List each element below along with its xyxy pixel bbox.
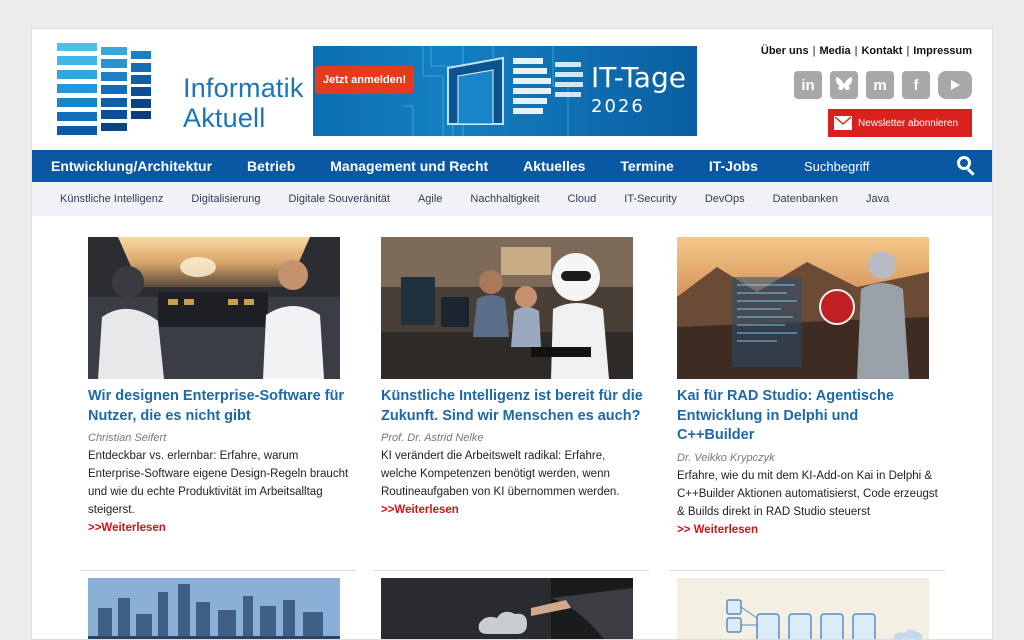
divider	[80, 570, 356, 571]
read-more-link[interactable]: >>Weiterlesen	[88, 522, 350, 534]
article-image-robot-office[interactable]	[381, 237, 633, 379]
newsletter-label: Newsletter abonnieren	[858, 117, 959, 129]
topic-digitale-souveraenitaet[interactable]: Digitale Souveränität	[288, 193, 390, 205]
topic-devops[interactable]: DevOps	[705, 193, 745, 205]
article-author: Prof. Dr. Astrid Nelke	[381, 432, 484, 444]
linkedin-icon[interactable]: in	[794, 71, 822, 99]
link-impressum[interactable]: Impressum	[913, 45, 972, 57]
article-title[interactable]: Kai für RAD Studio: Agentische Entwicklu…	[677, 387, 939, 446]
article-teaser: Entdeckbar vs. erlernbar: Erfahre, warum…	[88, 450, 349, 516]
article-image-cloud-hand[interactable]	[381, 578, 633, 639]
article-card: Kai für RAD Studio: Agentische Entwicklu…	[677, 237, 939, 536]
social-links: in m f	[794, 71, 972, 99]
banner-year: 2026	[591, 96, 645, 117]
article-author: Dr. Veikko Krypczyk	[677, 451, 775, 464]
article-title[interactable]: Wir designen Enterprise-Software für Nut…	[88, 387, 350, 426]
logo-mark-icon	[57, 43, 151, 135]
banner-title: IT-Tage	[591, 61, 686, 94]
read-more-link[interactable]: >>Weiterlesen	[381, 504, 643, 516]
banner-register-button[interactable]: Jetzt anmelden!	[315, 66, 415, 94]
article-card: Wir designen Enterprise-Software für Nut…	[88, 237, 350, 534]
nav-entwicklung-architektur[interactable]: Entwicklung/Architektur	[51, 158, 212, 174]
search-input[interactable]: Suchbegriff	[804, 159, 870, 174]
read-more-link[interactable]: >> Weiterlesen	[677, 524, 939, 536]
site-logo[interactable]: Informatik Aktuell	[57, 43, 303, 139]
article-card: Künstliche Intelligenz ist bereit für di…	[381, 237, 643, 516]
topic-kuenstliche-intelligenz[interactable]: Künstliche Intelligenz	[60, 193, 163, 205]
topic-digitalisierung[interactable]: Digitalisierung	[191, 193, 260, 205]
search-icon[interactable]	[956, 155, 978, 177]
facebook-icon[interactable]: f	[902, 71, 930, 99]
newsletter-button[interactable]: Newsletter abonnieren	[828, 109, 972, 137]
logo-text: Informatik Aktuell	[183, 73, 304, 133]
page: Informatik Aktuell Jetzt anmelden! IT-Ta…	[31, 28, 993, 640]
nav-aktuelles[interactable]: Aktuelles	[523, 158, 585, 174]
nav-termine[interactable]: Termine	[620, 158, 673, 174]
youtube-icon[interactable]	[938, 71, 972, 99]
envelope-icon	[834, 116, 852, 130]
article-title[interactable]: Künstliche Intelligenz ist bereit für di…	[381, 387, 643, 426]
topic-nachhaltigkeit[interactable]: Nachhaltigkeit	[470, 193, 539, 205]
divider	[669, 570, 945, 571]
topic-java[interactable]: Java	[866, 193, 889, 205]
top-links: Über uns | Media | Kontakt | Impressum	[760, 45, 972, 57]
article-teaser: Erfahre, wie du mit dem KI-Add-on Kai in…	[677, 469, 938, 518]
ad-banner-it-tage[interactable]: Jetzt anmelden! IT-Tage 2026	[313, 46, 697, 136]
article-teaser: KI verändert die Arbeitswelt radikal: Er…	[381, 450, 620, 498]
topic-agile[interactable]: Agile	[418, 193, 442, 205]
topic-it-security[interactable]: IT-Security	[624, 193, 677, 205]
article-image-city[interactable]	[88, 578, 340, 639]
mastodon-icon[interactable]: m	[866, 71, 894, 99]
topic-cloud[interactable]: Cloud	[568, 193, 597, 205]
logo-line-1: Informatik	[183, 73, 304, 103]
divider	[373, 570, 649, 571]
nav-betrieb[interactable]: Betrieb	[247, 158, 295, 174]
article-image-cockpit[interactable]	[88, 237, 340, 379]
logo-line-2: Aktuell	[183, 103, 266, 133]
topic-datenbanken[interactable]: Datenbanken	[773, 193, 838, 205]
article-image-workflow[interactable]	[677, 578, 929, 639]
link-kontakt[interactable]: Kontakt	[861, 45, 902, 57]
link-media[interactable]: Media	[819, 45, 850, 57]
bluesky-icon[interactable]	[830, 71, 858, 99]
topic-nav: Künstliche Intelligenz Digitalisierung D…	[32, 182, 992, 216]
nav-management-und-recht[interactable]: Management und Recht	[330, 158, 488, 174]
main-nav: Entwicklung/Architektur Betrieb Manageme…	[32, 150, 992, 182]
article-author: Christian Seifert	[88, 432, 167, 444]
article-image-robot-temple[interactable]	[677, 237, 929, 379]
nav-it-jobs[interactable]: IT-Jobs	[709, 158, 758, 174]
link-ueber-uns[interactable]: Über uns	[761, 45, 809, 57]
